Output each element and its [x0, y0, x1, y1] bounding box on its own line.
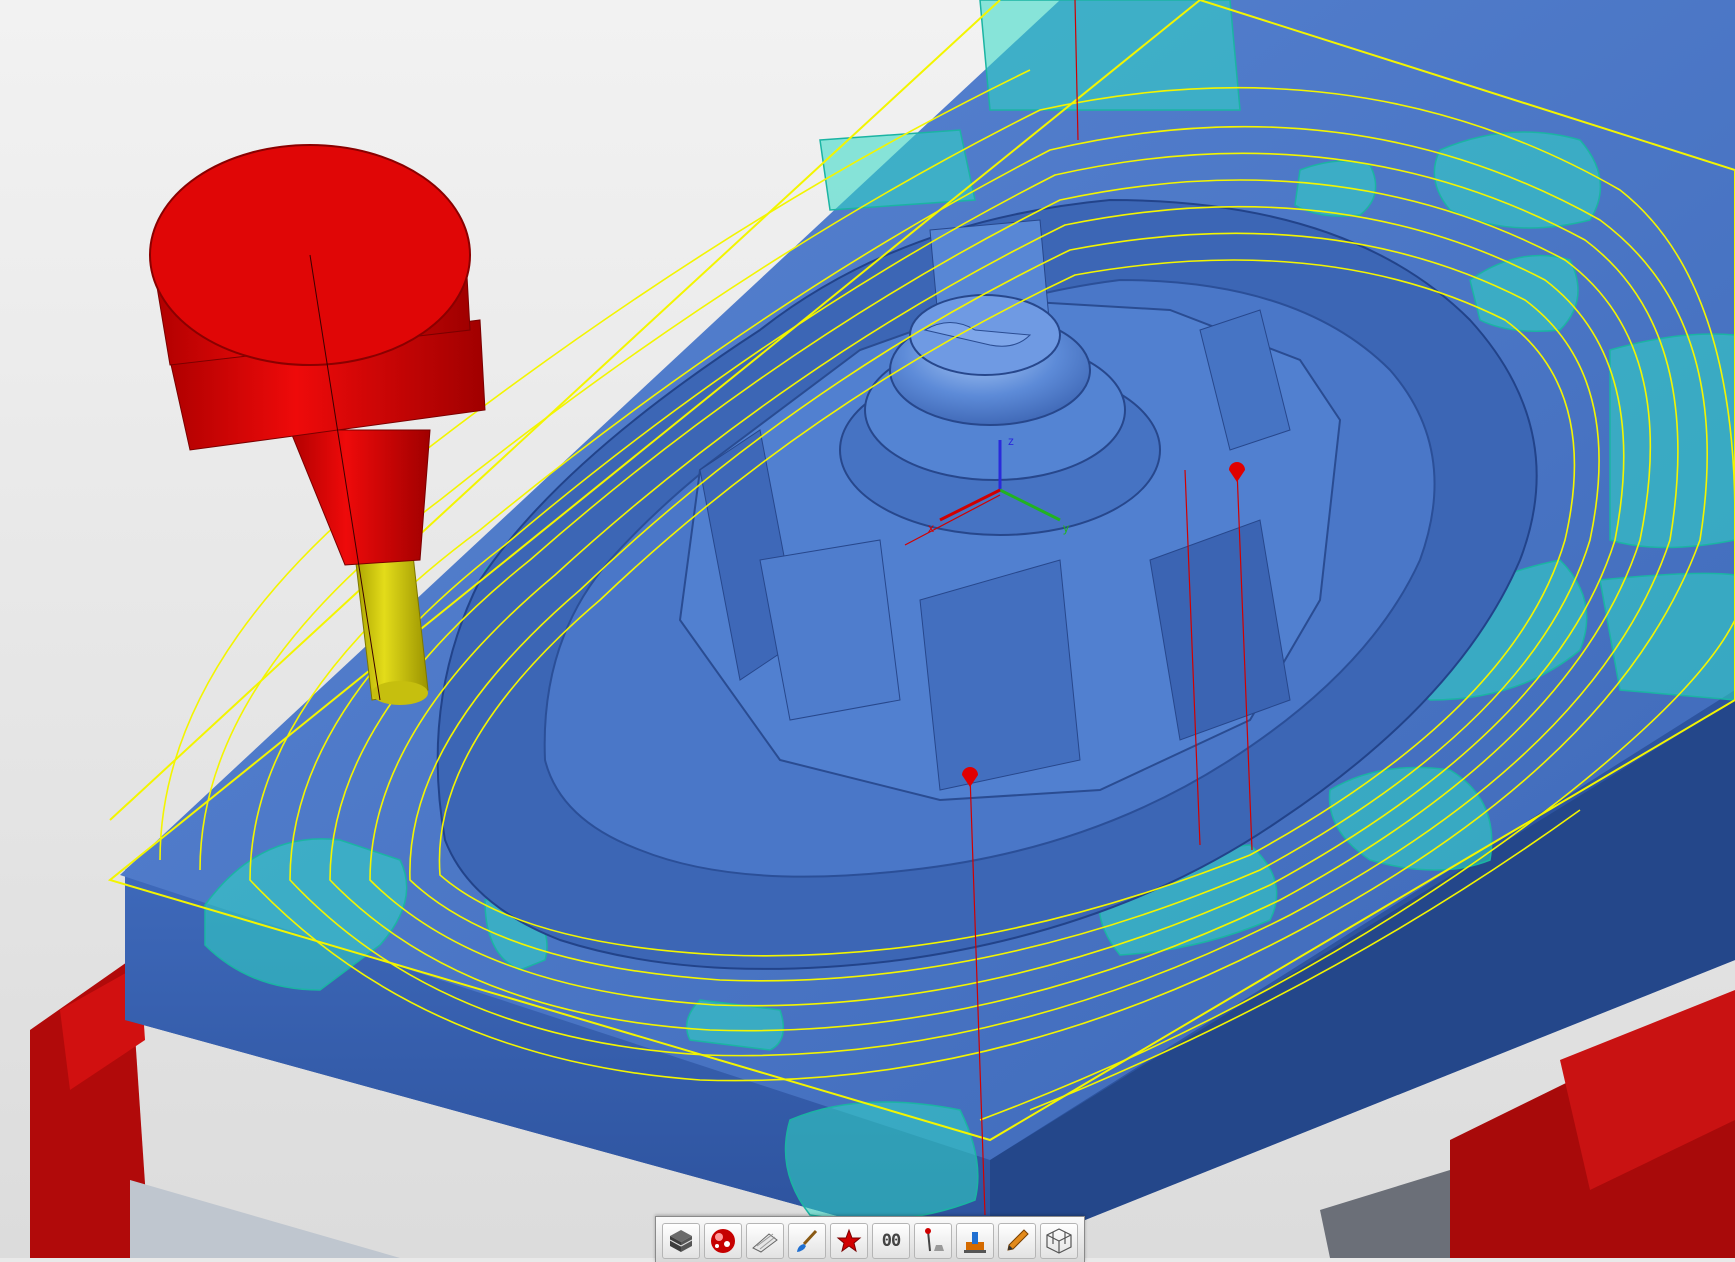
probe-icon[interactable]: [914, 1223, 952, 1259]
y-axis-label: y: [1063, 521, 1069, 535]
paint-brush-icon[interactable]: [788, 1223, 826, 1259]
fixture-icon[interactable]: [956, 1223, 994, 1259]
bottom-toolbar: 00: [655, 1216, 1085, 1262]
red-ball-icon[interactable]: [704, 1223, 742, 1259]
cam-3d-viewport[interactable]: z y x: [0, 0, 1735, 1258]
layered-cube-icon[interactable]: [662, 1223, 700, 1259]
numbering-label: 00: [881, 1231, 902, 1251]
viewport-scene[interactable]: z y x: [0, 0, 1735, 1258]
pencil-icon[interactable]: [998, 1223, 1036, 1259]
z-axis-label: z: [1008, 434, 1014, 448]
sheet-pencil-icon[interactable]: [746, 1223, 784, 1259]
wireframe-cube-icon[interactable]: [1040, 1223, 1078, 1259]
star-icon[interactable]: [830, 1223, 868, 1259]
number-icon[interactable]: 00: [872, 1223, 910, 1259]
x-axis-label: x: [928, 521, 934, 535]
